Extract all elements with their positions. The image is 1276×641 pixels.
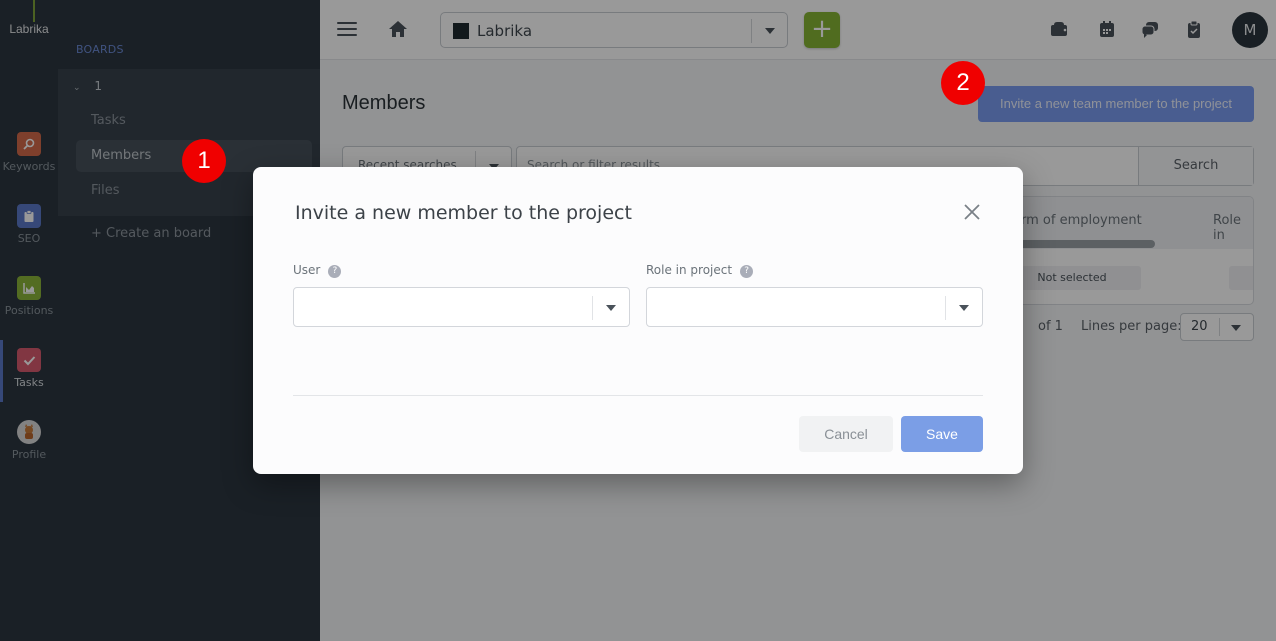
help-icon[interactable]: ? (328, 265, 342, 278)
select-divider (945, 296, 946, 320)
user-select[interactable] (293, 287, 630, 327)
chevron-down-icon (959, 305, 969, 311)
chevron-down-icon (606, 305, 616, 311)
modal-title: Invite a new member to the project (295, 202, 632, 224)
role-field-label: Role in project? (646, 263, 754, 278)
role-select[interactable] (646, 287, 983, 327)
save-button[interactable]: Save (901, 416, 983, 452)
close-icon[interactable] (963, 203, 981, 221)
cancel-button[interactable]: Cancel (799, 416, 893, 452)
modal-divider (293, 395, 983, 396)
step-badge-1: 1 (182, 139, 226, 183)
select-divider (592, 296, 593, 320)
role-label-text: Role in project (646, 263, 733, 277)
invite-member-modal: Invite a new member to the project User?… (253, 167, 1023, 474)
help-icon[interactable]: ? (740, 265, 754, 278)
user-field-label: User? (293, 263, 342, 278)
user-label-text: User (293, 263, 321, 277)
step-badge-2: 2 (941, 61, 985, 105)
